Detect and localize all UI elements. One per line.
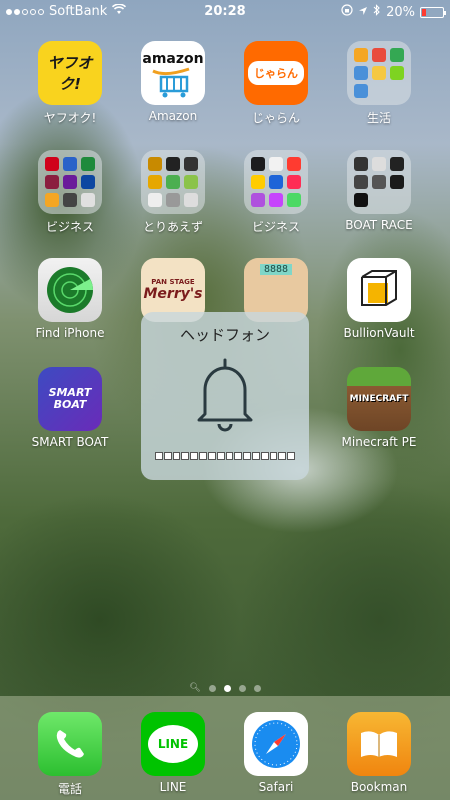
- volume-segment: [243, 452, 251, 460]
- radar-icon: [47, 267, 93, 313]
- bluetooth-icon: [373, 4, 381, 20]
- folder-seikatsu[interactable]: 生活: [329, 41, 429, 126]
- volume-segment: [155, 452, 163, 460]
- volume-segment: [234, 452, 243, 460]
- folder-business-1[interactable]: ビジネス: [20, 150, 120, 235]
- page-dot: [238, 684, 246, 692]
- page-dot-active: [223, 684, 231, 692]
- volume-level-bar: [155, 452, 295, 460]
- volume-segment: [163, 452, 172, 460]
- handset-icon: [56, 730, 84, 758]
- app-find-iphone[interactable]: Find iPhone: [20, 258, 120, 340]
- app-label: 電話: [57, 782, 82, 796]
- app-label: Safari: [258, 780, 294, 794]
- location-icon: [358, 5, 368, 20]
- dock-app-phone[interactable]: 電話: [20, 712, 120, 797]
- folder-icon: [347, 41, 411, 105]
- jalan-icon: じゃらん: [244, 41, 308, 105]
- folder-label: BOAT RACE: [345, 218, 413, 232]
- dock-app-safari[interactable]: Safari: [226, 712, 326, 794]
- app-minecraft[interactable]: MINECRAFT Minecraft PE: [329, 367, 429, 449]
- volume-segment: [172, 452, 181, 460]
- volume-segment: [225, 452, 234, 460]
- volume-segment: [269, 452, 278, 460]
- minecraft-icon: MINECRAFT: [347, 367, 411, 431]
- folder-business-2[interactable]: ビジネス: [226, 150, 326, 235]
- page-dot: [208, 684, 216, 692]
- volume-segment: [190, 452, 199, 460]
- volume-segment: [251, 452, 260, 460]
- volume-segment: [287, 452, 295, 460]
- dock-app-line[interactable]: LINE LINE: [123, 712, 223, 794]
- status-bar: SoftBank 20:28 20%: [0, 0, 450, 24]
- volume-segment: [278, 452, 287, 460]
- app-amazon[interactable]: amazon Amazon: [123, 41, 223, 123]
- app-label: Find iPhone: [35, 326, 105, 340]
- book-icon: [361, 731, 397, 757]
- hud-title: ヘッドフォン: [179, 326, 270, 344]
- cart-icon: [152, 67, 190, 98]
- folder-icon: [347, 150, 411, 214]
- folder-label: ビジネス: [251, 220, 300, 234]
- app-jalan[interactable]: じゃらん じゃらん: [226, 41, 326, 126]
- folder-icon: [141, 150, 205, 214]
- compass-icon: [252, 720, 300, 768]
- volume-segment: [207, 452, 216, 460]
- app-label: Bookman: [350, 780, 408, 794]
- dock-app-bookman[interactable]: Bookman: [329, 712, 429, 794]
- folder-label: とりあえず: [142, 220, 203, 234]
- bell-icon: [197, 358, 253, 432]
- app-label: BullionVault: [343, 326, 415, 340]
- folder-boat-race[interactable]: BOAT RACE: [329, 150, 429, 232]
- app-label: ヤフオク!: [43, 111, 97, 125]
- app-label: Minecraft PE: [341, 435, 417, 449]
- bookman-icon: [347, 712, 411, 776]
- app-yahuoku[interactable]: ヤフオク! ヤフオク!: [20, 41, 120, 126]
- smart-boat-icon: SMART BOAT: [38, 367, 102, 431]
- bullionvault-icon: [347, 258, 411, 322]
- yahuoku-icon: ヤフオク!: [38, 41, 102, 105]
- orientation-lock-icon: [341, 4, 353, 20]
- safari-icon: [244, 712, 308, 776]
- spotlight-search-icon: 🔍︎: [189, 683, 201, 693]
- volume-segment: [199, 452, 207, 460]
- folder-toriaezu[interactable]: とりあえず: [123, 150, 223, 235]
- folder-label: 生活: [366, 111, 391, 125]
- line-icon: LINE: [141, 712, 205, 776]
- app-label: LINE: [159, 780, 187, 794]
- app-label: SMART BOAT: [31, 435, 109, 449]
- page-dot: [253, 684, 261, 692]
- page-indicator[interactable]: 🔍︎: [0, 683, 450, 693]
- phone-icon: [38, 712, 102, 776]
- volume-segment: [260, 452, 269, 460]
- cube-icon: [361, 270, 397, 306]
- app-bullionvault[interactable]: BullionVault: [329, 258, 429, 340]
- folder-label: ビジネス: [45, 220, 94, 234]
- volume-segment: [216, 452, 225, 460]
- find-iphone-icon: [38, 258, 102, 322]
- app-label: Amazon: [148, 109, 198, 123]
- amazon-icon: amazon: [141, 41, 205, 105]
- battery-icon: [420, 6, 446, 18]
- volume-hud: ヘッドフォン: [141, 312, 309, 480]
- app-label: じゃらん: [251, 111, 300, 125]
- folder-icon: [244, 150, 308, 214]
- folder-icon: [38, 150, 102, 214]
- battery-percent: 20%: [386, 4, 415, 20]
- volume-segment: [181, 452, 190, 460]
- app-smart-boat[interactable]: SMART BOAT SMART BOAT: [20, 367, 120, 449]
